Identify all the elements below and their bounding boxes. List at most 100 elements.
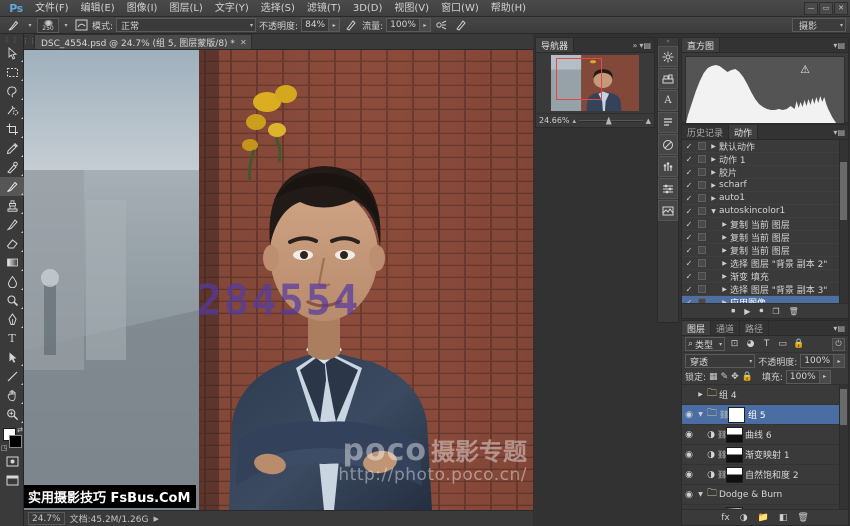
action-dialog-toggle[interactable] xyxy=(696,259,708,267)
action-enabled-checkbox[interactable]: ✓ xyxy=(682,194,696,203)
eye-icon[interactable]: ◉ xyxy=(682,410,696,420)
action-row[interactable]: ✓▼autoskincolor1 xyxy=(682,205,848,218)
character-icon[interactable]: A xyxy=(658,90,678,111)
tab-paths[interactable]: 路径 xyxy=(740,321,769,335)
canvas[interactable]: 284554 poco摄影专题 http://photo.poco.cn/ 实用… xyxy=(24,50,533,510)
pen-tool[interactable] xyxy=(0,310,24,329)
new-set-button[interactable]: ❐ xyxy=(772,307,779,316)
lock-image-icon[interactable]: ✎ xyxy=(721,372,729,382)
action-dialog-toggle[interactable] xyxy=(696,142,708,150)
navigator-zoom-value[interactable]: 24.66% xyxy=(539,116,570,125)
filter-shape-icon[interactable]: ▭ xyxy=(776,337,789,351)
layers-scrollbar[interactable] xyxy=(839,385,848,509)
brush-preview[interactable]: 250 xyxy=(37,18,59,33)
action-enabled-checkbox[interactable]: ✓ xyxy=(682,285,696,294)
panel-menu-icon[interactable]: ▾▤ xyxy=(833,128,845,137)
menu-window[interactable]: 窗口(W) xyxy=(435,0,485,17)
add-mask-button[interactable]: ◑ xyxy=(740,513,748,523)
marquee-tool[interactable] xyxy=(0,63,24,82)
eye-icon[interactable]: ◉ xyxy=(682,430,696,440)
disclosure-triangle-icon[interactable]: ▶ xyxy=(719,273,730,280)
tabbar-grip[interactable]: ⋮⋮ xyxy=(24,33,34,49)
action-enabled-checkbox[interactable]: ✓ xyxy=(682,155,696,164)
brush-tool[interactable] xyxy=(0,177,24,196)
tab-history[interactable]: 历史记录 xyxy=(682,125,729,139)
action-row[interactable]: ✓▶auto1 xyxy=(682,192,848,205)
color-icon[interactable] xyxy=(658,134,678,155)
disclosure-triangle-icon[interactable]: ▶ xyxy=(708,169,719,176)
action-dialog-toggle[interactable] xyxy=(696,207,708,215)
quick-selection-tool[interactable] xyxy=(0,101,24,120)
lock-position-icon[interactable]: ✥ xyxy=(731,372,739,382)
menu-filter[interactable]: 滤镜(T) xyxy=(301,0,347,17)
navigator-thumbnail-area[interactable] xyxy=(536,53,654,113)
eye-icon[interactable]: ◉ xyxy=(682,450,696,460)
eraser-tool[interactable] xyxy=(0,234,24,253)
tab-navigator[interactable]: 导航器 xyxy=(536,38,574,52)
minimize-button[interactable]: — xyxy=(804,2,818,15)
menu-view[interactable]: 视图(V) xyxy=(388,0,435,17)
filter-pixel-icon[interactable]: ⊡ xyxy=(728,337,741,351)
stop-button[interactable]: ⏹ xyxy=(731,306,735,316)
crop-tool[interactable] xyxy=(0,120,24,139)
action-dialog-toggle[interactable] xyxy=(696,298,708,303)
layer-row[interactable]: ◉◑⛓曲线 6 xyxy=(682,425,848,445)
layer-filter-kind-select[interactable]: ⌕ 类型 ▾ xyxy=(685,337,725,351)
action-enabled-checkbox[interactable]: ✓ xyxy=(682,142,696,151)
lock-all-icon[interactable]: 🔒 xyxy=(742,372,753,382)
record-button[interactable]: ▶ xyxy=(744,307,750,316)
styles-icon[interactable] xyxy=(658,68,678,89)
action-enabled-checkbox[interactable]: ✓ xyxy=(682,272,696,281)
swap-colors-icon[interactable]: ⇄ xyxy=(17,426,23,434)
scrollbar-thumb[interactable] xyxy=(840,389,847,425)
layer-fill-input[interactable]: 100% xyxy=(786,370,820,384)
action-row[interactable]: ✓▶选择 图层 "背景 副本 3" xyxy=(682,283,848,296)
background-color-swatch[interactable] xyxy=(9,435,22,448)
layer-opacity-input[interactable]: 100% xyxy=(800,354,834,368)
eye-icon[interactable]: ◉ xyxy=(682,490,696,500)
adjustments-icon[interactable] xyxy=(658,46,678,67)
zoom-out-icon[interactable]: ▴ xyxy=(573,117,577,125)
link-icon[interactable]: ⛓ xyxy=(717,430,726,439)
filter-adjustment-icon[interactable]: ◕ xyxy=(744,337,757,351)
actions-list[interactable]: ✓▶默认动作✓▶动作 1✓▶胶片✓▶scharf✓▶auto1✓▼autoski… xyxy=(682,140,848,303)
layer-thumbnail[interactable] xyxy=(726,427,743,443)
layer-thumbnail[interactable] xyxy=(726,447,743,463)
document-tab[interactable]: DSC_4554.psd @ 24.7% (组 5, 图层蒙版/8) * ✕ xyxy=(34,34,252,49)
action-row[interactable]: ✓▶渐变 填充 xyxy=(682,270,848,283)
actions-scrollbar[interactable] xyxy=(839,140,848,303)
action-row[interactable]: ✓▶应用图像 xyxy=(682,296,848,303)
double-chevron-icon[interactable]: » xyxy=(633,41,638,50)
brush-settings-icon[interactable] xyxy=(658,178,678,199)
action-dialog-toggle[interactable] xyxy=(696,246,708,254)
disclosure-triangle-icon[interactable]: ▼ xyxy=(696,411,705,418)
link-icon[interactable]: ⛓ xyxy=(719,410,728,419)
brush-preset-caret-icon[interactable]: ▾ xyxy=(26,22,34,29)
delete-action-button[interactable]: 🗑 xyxy=(789,307,799,316)
quick-mask-button[interactable] xyxy=(0,452,24,471)
disclosure-triangle-icon[interactable]: ▶ xyxy=(719,260,730,267)
disclosure-triangle-icon[interactable]: ▼ xyxy=(708,208,719,215)
opacity-stepper[interactable]: ▸ xyxy=(329,18,340,32)
zoom-tool[interactable] xyxy=(0,405,24,424)
action-enabled-checkbox[interactable]: ✓ xyxy=(682,168,696,177)
menu-select[interactable]: 选择(S) xyxy=(255,0,301,17)
layer-fill-stepper[interactable]: ▸ xyxy=(820,370,831,384)
disclosure-triangle-icon[interactable]: ▶ xyxy=(708,195,719,202)
navigator-zoom-slider[interactable] xyxy=(579,116,643,126)
action-dialog-toggle[interactable] xyxy=(696,233,708,241)
histogram-warning-icon[interactable]: ⚠ xyxy=(800,63,810,76)
tab-channels[interactable]: 通道 xyxy=(711,321,740,335)
workspace-select[interactable]: 摄影 ▾ xyxy=(792,18,846,32)
action-dialog-toggle[interactable] xyxy=(696,272,708,280)
new-layer-button[interactable]: ◧ xyxy=(779,513,788,523)
action-row[interactable]: ✓▶胶片 xyxy=(682,166,848,179)
tab-actions[interactable]: 动作 xyxy=(729,125,758,139)
tab-layers[interactable]: 图层 xyxy=(682,321,711,335)
menu-help[interactable]: 帮助(H) xyxy=(485,0,532,17)
play-button[interactable]: ⏺ xyxy=(759,306,763,316)
action-row[interactable]: ✓▶选择 图层 "背景 副本 2" xyxy=(682,257,848,270)
lock-transparent-icon[interactable]: ▦ xyxy=(709,372,718,382)
link-icon[interactable]: ⛓ xyxy=(717,450,726,459)
menu-file[interactable]: 文件(F) xyxy=(29,0,75,17)
